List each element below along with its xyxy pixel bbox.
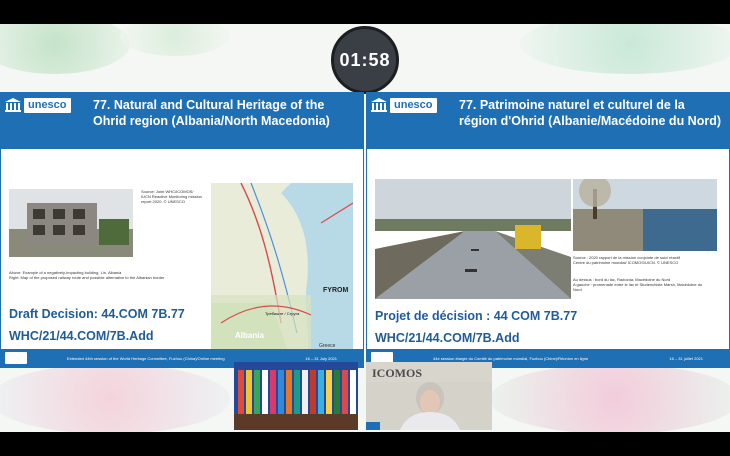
floral-decoration: [490, 364, 730, 432]
promenade-photo: [375, 179, 571, 299]
speaker-image: [366, 382, 492, 430]
video-stage: 01:58 unesco 77. Natural and Cultural He…: [0, 24, 730, 432]
countdown-timer: 01:58: [331, 26, 399, 94]
floral-decoration: [520, 24, 730, 74]
source-caption: Source : 2020 rapport de la mission conj…: [573, 255, 680, 265]
map-label-town: Требиште / Струга: [265, 311, 300, 316]
map-label-albania: Albania: [235, 331, 264, 340]
footer-session-text: Extended 44th session of the World Herit…: [67, 356, 225, 361]
building-photo: [9, 189, 133, 257]
unesco-logo-text: unesco: [24, 97, 71, 113]
flags-image: [234, 362, 358, 430]
promenade-photo-image: [375, 179, 571, 299]
railway-route-map: FYROM Albania Greece Требиште / Струга: [211, 183, 353, 359]
map-label-fyrom: FYROM: [323, 287, 349, 294]
slide-english: unesco 77. Natural and Cultural Heritage…: [0, 92, 364, 368]
letterbox-bottom: [0, 432, 730, 456]
slide-french: unesco 77. Patrimoine naturel et culture…: [366, 92, 730, 368]
photo-caption: Au dessus : bord du lac, Radozda, Macédo…: [573, 277, 703, 292]
unesco-logo: unesco: [5, 97, 71, 113]
unesco-temple-icon: [5, 98, 21, 112]
letterbox-top: [0, 0, 730, 24]
lakeshore-photo: [573, 179, 717, 251]
draft-decision: Projet de décision : 44 COM 7B.77: [375, 309, 578, 323]
speaker-video[interactable]: ICOMOS: [366, 362, 492, 430]
source-caption: Source: Joint WHC/ICOMOS/ IUCN Reactive …: [141, 189, 202, 204]
draft-decision: Draft Decision: 44.COM 7B.77: [9, 307, 185, 321]
building-photo-image: [9, 189, 133, 257]
unesco-temple-icon: [371, 98, 387, 112]
photo-caption: Above: Example of a negatively-impacting…: [9, 270, 165, 280]
footer-date: 16 – 31 juillet 2021: [669, 356, 703, 361]
document-reference: WHC/21/44.COM/7B.Add: [375, 331, 520, 345]
railway-route-map-image: [211, 183, 353, 359]
lakeshore-photo-image: [573, 179, 717, 251]
unesco-logo: unesco: [371, 97, 437, 113]
document-reference: WHC/21/44.COM/7B.Add: [9, 329, 154, 343]
floral-decoration: [0, 24, 130, 74]
slide-header: unesco 77. Patrimoine naturel et culture…: [367, 93, 729, 149]
committee-hall-video[interactable]: [234, 362, 358, 430]
slide-title: 77. Patrimoine naturel et culturel de la…: [459, 98, 722, 128]
footer-date: 16 – 31 July 2021: [305, 356, 337, 361]
floral-decoration: [120, 24, 230, 56]
footer-unesco-logo: [5, 352, 27, 364]
unesco-logo-text: unesco: [390, 97, 437, 113]
floral-decoration: [0, 364, 230, 432]
slide-header: unesco 77. Natural and Cultural Heritage…: [1, 93, 363, 149]
footer-session-text: 44e session élargie du Comité du patrimo…: [433, 356, 589, 361]
slide-title: 77. Natural and Cultural Heritage of the…: [93, 98, 330, 128]
